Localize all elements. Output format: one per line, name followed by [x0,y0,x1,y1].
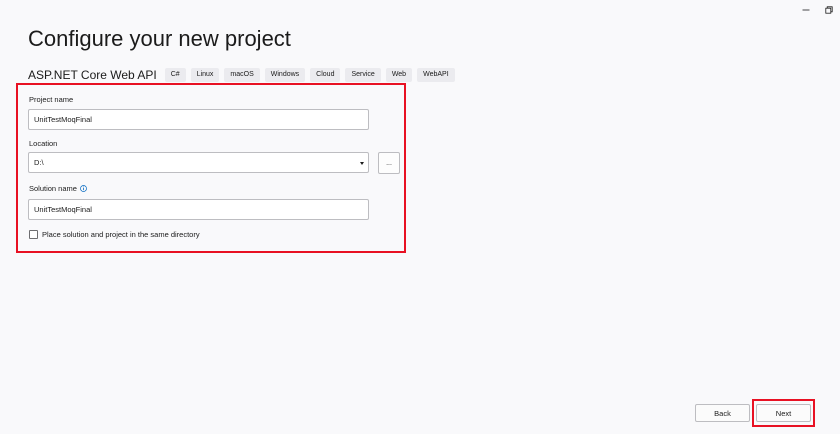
restore-button[interactable] [817,0,840,20]
tag: Service [345,68,381,82]
tag: macOS [224,68,260,82]
tag: Windows [264,68,306,82]
minimize-button[interactable] [794,0,817,20]
minimize-icon [802,9,809,11]
tag: Linux [190,68,220,82]
page-title: Configure your new project [28,26,291,51]
tag: C# [164,68,186,82]
template-name: ASP.NET Core Web API [28,68,157,82]
restore-icon [824,6,833,14]
tag: Cloud [310,68,341,82]
back-button[interactable]: Back [695,404,750,422]
tag: WebAPI [417,68,455,82]
tag: Web [385,68,413,82]
form-highlight-box [16,83,406,253]
template-summary: ASP.NET Core Web API C# Linux macOS Wind… [28,67,460,83]
next-highlight-box [752,399,815,427]
window-controls [794,0,840,20]
